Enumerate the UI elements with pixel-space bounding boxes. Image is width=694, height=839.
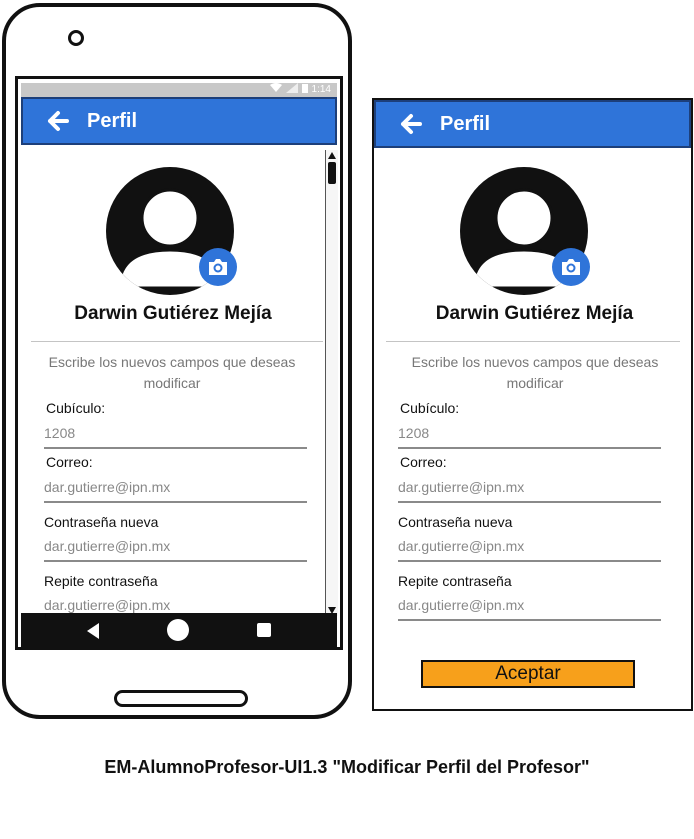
wifi-icon — [269, 82, 282, 98]
field-input-correo[interactable]: dar.gutierre@ipn.mx — [398, 479, 524, 495]
change-photo-button[interactable] — [552, 248, 590, 286]
field-label-password: Contraseña nueva — [398, 514, 513, 530]
status-time: 1:14 — [311, 84, 331, 95]
back-arrow-icon[interactable] — [400, 113, 422, 135]
android-nav-bar — [21, 613, 337, 648]
field-input-repeat-password[interactable]: dar.gutierre@ipn.mx — [398, 597, 524, 613]
app-bar: Perfil — [21, 97, 337, 145]
field-underline — [398, 501, 661, 503]
home-slot — [114, 690, 248, 707]
change-photo-button[interactable] — [199, 248, 237, 286]
scroll-up-arrow-icon[interactable] — [328, 152, 336, 159]
divider — [31, 341, 323, 342]
nav-recent-apps-icon[interactable] — [257, 623, 271, 637]
status-icons: 1:14 — [269, 82, 331, 98]
divider — [386, 341, 680, 342]
status-bar: 1:14 — [21, 82, 337, 98]
field-underline — [398, 619, 661, 621]
accept-button[interactable]: Aceptar — [421, 660, 635, 688]
field-input-repeat-password[interactable]: dar.gutierre@ipn.mx — [44, 597, 170, 613]
field-underline — [398, 560, 661, 562]
profile-content: Darwin Gutiérez Mejía Escribe los nuevos… — [21, 150, 325, 613]
instructions-text: Escribe los nuevos campos que deseas mod… — [48, 354, 296, 391]
field-label-repeat-password: Repite contraseña — [398, 573, 512, 589]
field-label-repeat-password: Repite contraseña — [44, 573, 158, 589]
field-underline — [398, 447, 661, 449]
profile-content: Darwin Gutiérez Mejía Escribe los nuevos… — [374, 150, 691, 710]
field-label-cubiculo: Cubículo: — [46, 400, 106, 416]
nav-back-icon[interactable] — [87, 623, 99, 639]
scroll-thumb[interactable] — [328, 162, 336, 184]
figure-caption: EM-AlumnoProfesor-UI1.3 "Modificar Perfi… — [104, 757, 590, 777]
user-name: Darwin Gutiérez Mejía — [435, 303, 634, 324]
battery-icon — [301, 83, 308, 98]
field-input-password[interactable]: dar.gutierre@ipn.mx — [398, 538, 524, 554]
scrollbar[interactable] — [325, 150, 338, 616]
field-label-correo: Correo: — [46, 454, 93, 470]
camera-icon — [562, 259, 580, 275]
camera-icon — [209, 259, 227, 275]
nav-home-icon[interactable] — [167, 619, 189, 641]
back-arrow-icon[interactable] — [47, 110, 69, 132]
field-label-cubiculo: Cubículo: — [400, 400, 460, 416]
field-input-correo[interactable]: dar.gutierre@ipn.mx — [44, 479, 170, 495]
field-underline — [44, 501, 307, 503]
field-input-cubiculo[interactable]: 1208 — [398, 425, 429, 441]
app-bar-title: Perfil — [440, 112, 491, 135]
app-bar: Perfil — [374, 100, 691, 148]
front-camera-icon — [68, 30, 84, 46]
field-label-correo: Correo: — [400, 454, 447, 470]
app-bar-title: Perfil — [87, 109, 138, 132]
field-underline — [44, 560, 307, 562]
field-label-password: Contraseña nueva — [44, 514, 159, 530]
instructions-text: Escribe los nuevos campos que deseas mod… — [411, 354, 659, 391]
field-input-cubiculo[interactable]: 1208 — [44, 425, 75, 441]
field-input-password[interactable]: dar.gutierre@ipn.mx — [44, 538, 170, 554]
field-underline — [44, 447, 307, 449]
signal-icon — [285, 82, 298, 98]
user-name: Darwin Gutiérez Mejía — [74, 303, 272, 324]
